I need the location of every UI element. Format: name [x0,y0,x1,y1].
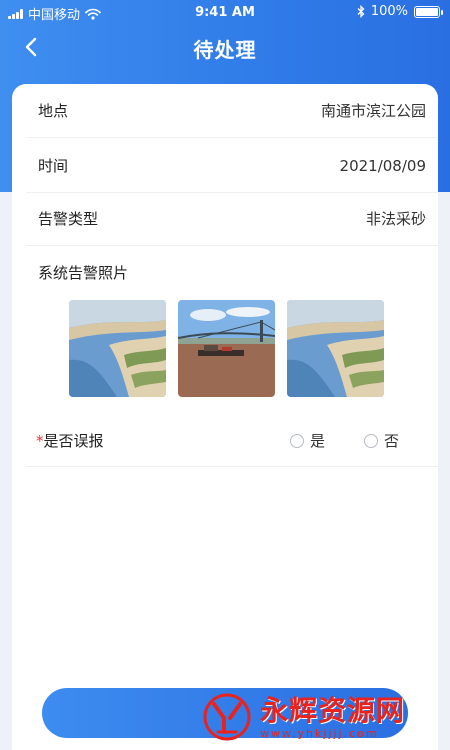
time-label: 时间 [38,157,69,175]
false-alarm-label: *是否误报 [36,430,104,451]
watermark-url: www.yhkjjjj.com [260,726,379,740]
location-label: 地点 [38,102,69,120]
required-mark: * [36,432,44,450]
battery-icon [414,5,443,18]
status-bar: 中国移动 9:41 AM 100% [0,0,450,28]
alarm-photo-1[interactable] [69,300,166,397]
page-title: 待处理 [193,38,257,62]
detail-row-alarm-type: 告警类型 非法采砂 [26,192,438,246]
photo-gallery [69,300,384,397]
radio-yes-label: 是 [310,432,326,450]
photos-title: 系统告警照片 [38,264,129,282]
location-value: 南通市滨江公园 [320,102,426,120]
radio-no-label: 否 [384,432,400,450]
false-alarm-row: *是否误报 是 否 [26,413,438,467]
battery-fill [416,7,438,16]
watermark-text: 永辉资源网 www.yhkjjjj.com [260,693,406,740]
bridge-river-boat-image [178,300,275,397]
alarm-type-label: 告警类型 [38,210,99,228]
watermark-title: 永辉资源网 [260,693,406,727]
detail-row-time: 时间 2021/08/09 [26,139,438,193]
riverbank-aerial-image [69,300,166,397]
radio-yes[interactable]: 是 [290,430,325,451]
false-alarm-text: 是否误报 [43,432,104,450]
detail-row-location: 地点 南通市滨江公园 [26,84,438,138]
radio-circle-icon [364,433,378,448]
watermark: 永辉资源网 www.yhkjjjj.com [200,688,440,746]
alarm-photo-2[interactable] [178,300,275,397]
status-right: 100% [357,4,443,19]
radio-circle-icon [290,433,304,448]
riverbank-aerial-image [287,300,384,397]
nav-bar: 待处理 [0,28,450,68]
alarm-type-value: 非法采砂 [365,210,426,228]
alarm-photo-3[interactable] [287,300,384,397]
bluetooth-icon [357,5,365,18]
radio-no[interactable]: 否 [364,430,399,451]
watermark-logo-icon [203,693,251,741]
battery-percent: 100% [370,4,408,19]
time-value: 2021/08/09 [339,156,426,175]
detail-card: 地点 南通市滨江公园 时间 2021/08/09 告警类型 非法采砂 系统告警照… [12,84,438,750]
